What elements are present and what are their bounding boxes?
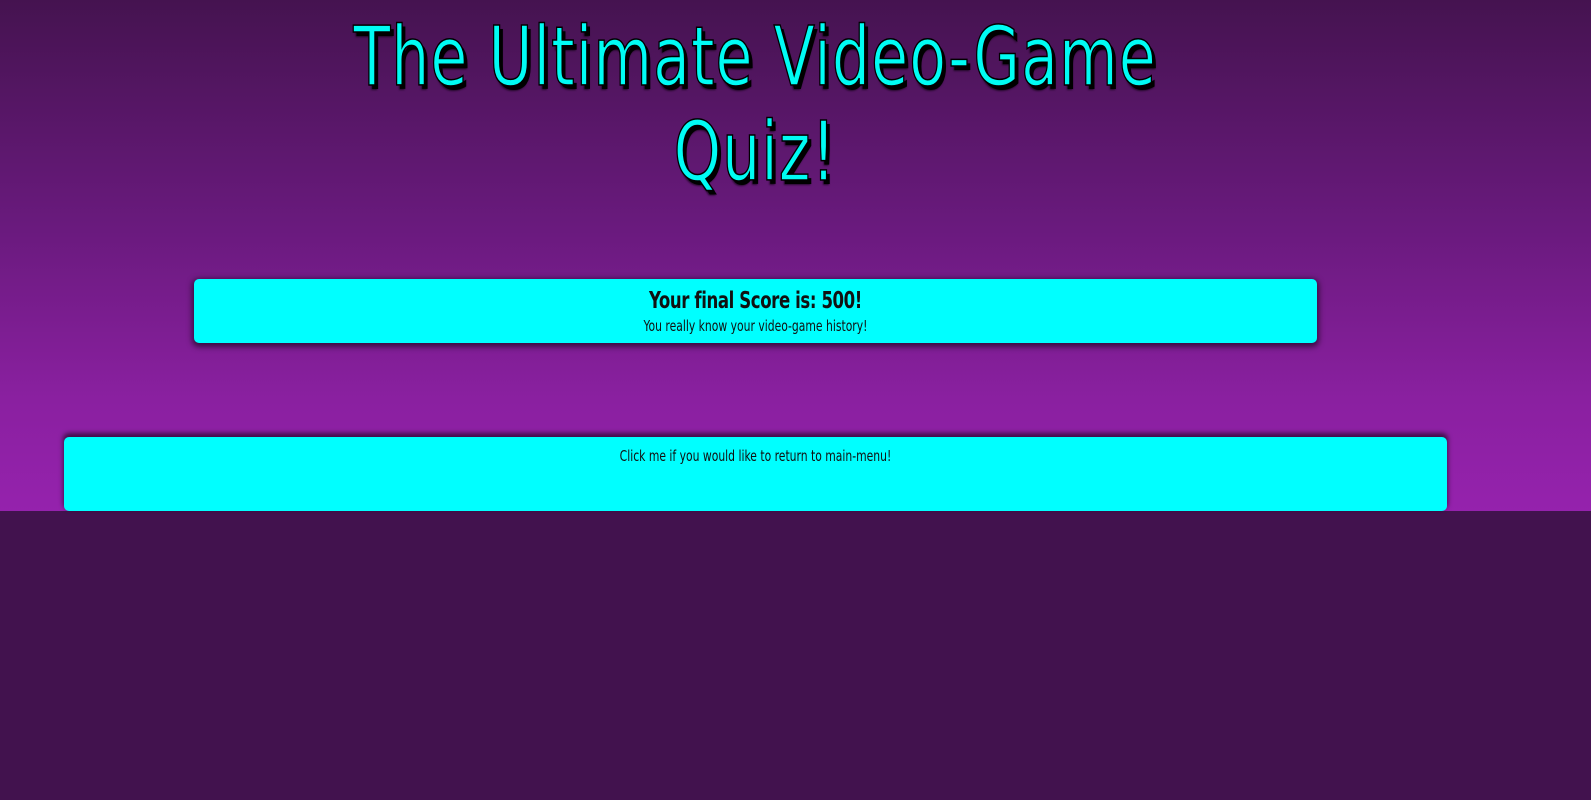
title-line-2: Quiz! xyxy=(673,104,837,201)
page-title: The Ultimate Video-Game Quiz! xyxy=(136,9,1374,201)
title-line-1: The Ultimate Video-Game xyxy=(353,9,1157,106)
return-to-main-menu-button[interactable]: Click me if you would like to return to … xyxy=(64,437,1447,511)
return-button-label: Click me if you would like to return to … xyxy=(619,447,892,465)
final-score-text: Your final Score is: 500! xyxy=(649,288,862,314)
score-panel: Your final Score is: 500! You really kno… xyxy=(194,279,1317,343)
score-message: You really know your video-game history! xyxy=(643,317,868,335)
